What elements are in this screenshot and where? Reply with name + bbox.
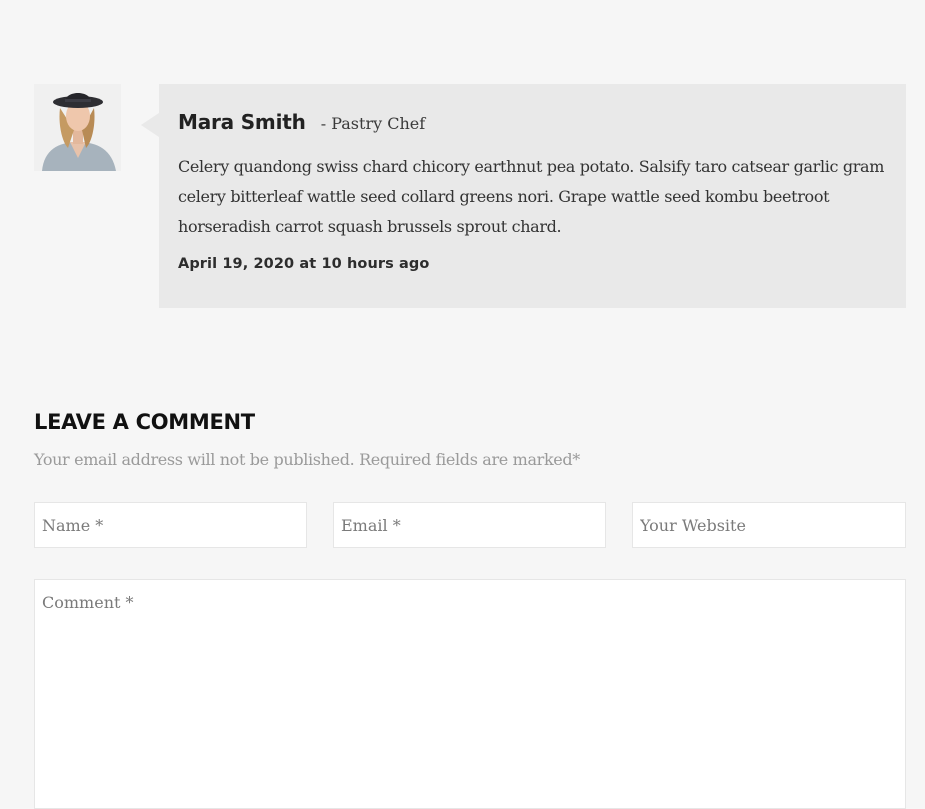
website-field[interactable] [632, 502, 906, 548]
comment-bubble: Mara Smith - Pastry Chef Celery quandong… [159, 84, 906, 308]
bubble-arrow [141, 113, 159, 137]
comment: Mara Smith - Pastry Chef Celery quandong… [34, 84, 906, 308]
avatar[interactable] [34, 84, 121, 171]
comment-date: April 19, 2020 at 10 hours ago [178, 256, 430, 272]
avatar-image [34, 84, 121, 171]
email-field[interactable] [333, 502, 606, 548]
author-name[interactable]: Mara Smith [178, 110, 306, 134]
form-note: Your email address will not be published… [34, 450, 580, 469]
form-title: LEAVE A COMMENT [34, 410, 255, 434]
comment-author-line: Mara Smith - Pastry Chef [178, 110, 887, 140]
author-role: - Pastry Chef [320, 114, 426, 133]
name-field[interactable] [34, 502, 307, 548]
comment-field[interactable] [34, 579, 906, 809]
comment-text: Celery quandong swiss chard chicory eart… [178, 157, 885, 236]
